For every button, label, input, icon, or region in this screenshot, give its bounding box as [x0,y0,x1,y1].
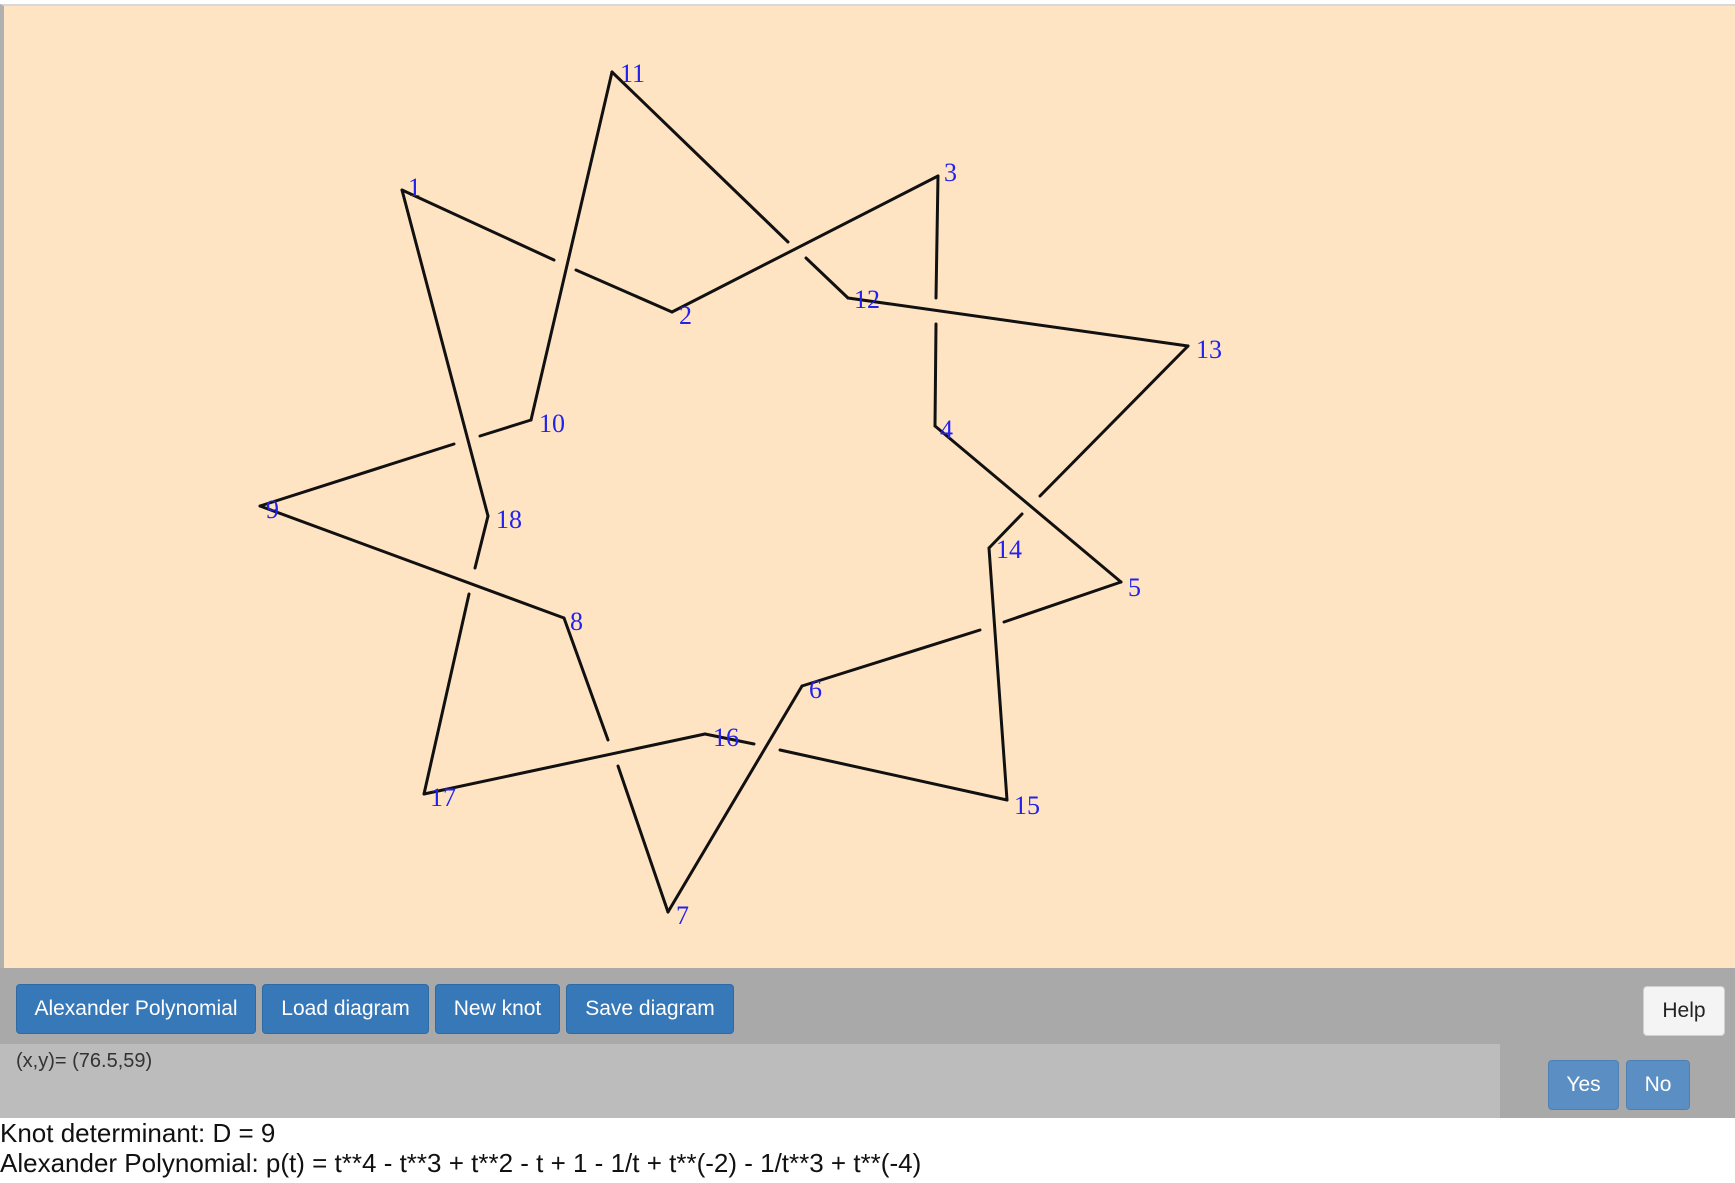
edge-15-16-a [778,748,1009,802]
edge-18-1 [400,188,490,518]
vertex-label-18[interactable]: 18 [496,505,522,534]
coordinate-readout: (x,y)= (76.5,59) [16,1050,153,1072]
edge-7-8-b [562,616,610,742]
edge-4-5 [933,424,1123,584]
vertex-label-17[interactable]: 17 [430,783,456,812]
edge-6-7 [666,684,804,914]
edge-11-12-a [610,70,790,244]
vertex-label-11[interactable]: 11 [620,59,645,88]
edge-5-6-b [800,628,982,688]
edge-7-8-a [616,764,670,914]
vertex-label-6[interactable]: 6 [809,675,822,704]
vertex-label-14[interactable]: 14 [996,535,1022,564]
edge-9-10-a [258,442,456,508]
vertex-label-13[interactable]: 13 [1196,335,1222,364]
edge-17-18-a [422,592,471,796]
edge-11-12-b [804,256,850,300]
knot-determinant-text: Knot determinant: D = 9 [0,1118,276,1148]
vertex-label-9[interactable]: 9 [266,495,279,524]
vertex-label-7[interactable]: 7 [676,901,689,930]
toolbar: Alexander Polynomial Load diagram New kn… [0,968,1735,1044]
edge-10-11 [529,70,614,422]
vertex-label-16[interactable]: 16 [713,723,739,752]
edge-1-2-b [574,268,674,314]
help-button[interactable]: Help [1643,986,1725,1036]
edge-1-2-a [400,188,556,262]
new-knot-button[interactable]: New knot [435,984,560,1034]
vertex-label-15[interactable]: 15 [1014,791,1040,820]
vertex-label-10[interactable]: 10 [539,409,565,438]
status-bar: (x,y)= (76.5,59) Yes No [0,1044,1735,1118]
edge-13-14-a [1038,344,1190,498]
vertex-label-2[interactable]: 2 [679,301,692,330]
vertex-label-12[interactable]: 12 [854,285,880,314]
edge-9-10-b [478,418,533,438]
vertex-label-3[interactable]: 3 [944,158,957,187]
save-diagram-button[interactable]: Save diagram [566,984,734,1034]
vertex-label-4[interactable]: 4 [940,415,953,444]
edge-2-3 [670,174,940,314]
edge-12-13 [846,296,1190,348]
no-button[interactable]: No [1626,1060,1690,1110]
edge-5-6-a [1002,580,1123,624]
vertex-label-8[interactable]: 8 [570,607,583,636]
knot-canvas[interactable]: 1 2 3 4 5 6 7 8 9 10 11 12 13 14 15 16 17 18 [0,4,1735,968]
vertex-label-5[interactable]: 5 [1128,573,1141,602]
alexander-polynomial-button[interactable]: Alexander Polynomial [16,984,256,1034]
edge-3-4-a [934,174,940,300]
coordinate-panel: (x,y)= (76.5,59) [0,1044,1500,1118]
alexander-polynomial-text: Alexander Polynomial: p(t) = t**4 - t**3… [0,1148,922,1178]
results-panel: Knot determinant: D = 9 Alexander Polyno… [0,1118,921,1178]
knot-diagram[interactable]: 123456789101112131415161718 [4,6,1735,968]
vertex-label-1[interactable]: 1 [408,173,421,202]
edge-17-18-b [473,514,490,570]
edge-3-4-b [933,322,938,428]
yes-button[interactable]: Yes [1548,1060,1619,1110]
load-diagram-button[interactable]: Load diagram [262,984,429,1034]
edge-14-15 [987,546,1009,802]
edge-16-17 [422,732,707,796]
